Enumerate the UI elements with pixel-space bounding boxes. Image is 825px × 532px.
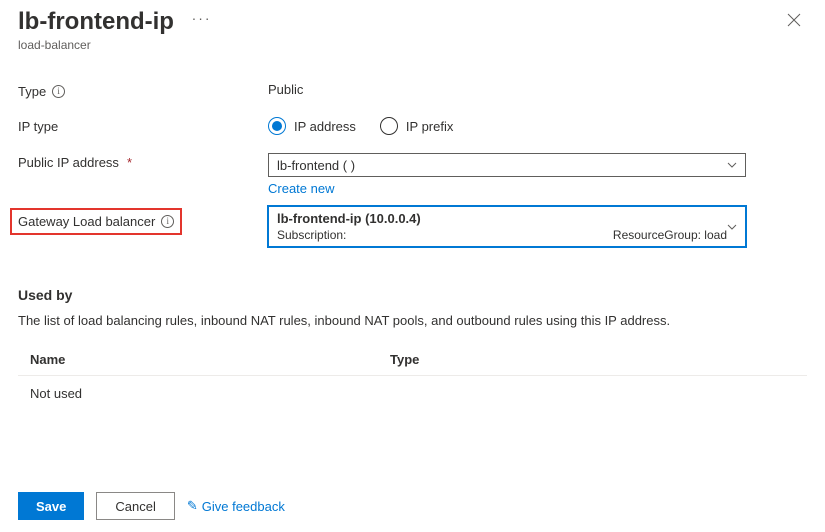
gateway-selected-subscription: Subscription: (277, 228, 346, 242)
radio-ip-address-label: IP address (294, 119, 356, 134)
create-new-link[interactable]: Create new (268, 181, 334, 196)
ip-type-label: IP type (18, 119, 58, 134)
public-ip-label: Public IP address (18, 155, 119, 170)
ip-type-radio-group: IP address IP prefix (268, 117, 746, 135)
gateway-selected-title: lb-frontend-ip (10.0.0.4) (277, 211, 727, 226)
page-title: lb-frontend-ip (18, 8, 174, 36)
save-button[interactable]: Save (18, 492, 84, 520)
info-icon[interactable]: i (52, 85, 65, 98)
radio-ip-prefix[interactable]: IP prefix (380, 117, 453, 135)
chevron-down-icon (727, 160, 737, 170)
radio-ip-address[interactable]: IP address (268, 117, 356, 135)
col-type: Type (390, 352, 795, 367)
give-feedback-label: Give feedback (202, 499, 285, 514)
col-name: Name (30, 352, 390, 367)
used-by-table-header: Name Type (18, 344, 807, 376)
gateway-select[interactable]: lb-frontend-ip (10.0.0.4) Subscription: … (268, 206, 746, 247)
used-by-description: The list of load balancing rules, inboun… (18, 313, 807, 328)
table-row: Not used (18, 376, 807, 411)
radio-unselected-icon (380, 117, 398, 135)
page-subtitle: load-balancer (18, 38, 781, 52)
chevron-down-icon (727, 222, 737, 232)
gateway-selected-resourcegroup: ResourceGroup: load (613, 228, 727, 242)
table-cell-type (390, 386, 795, 401)
radio-ip-prefix-label: IP prefix (406, 119, 453, 134)
type-label: Type (18, 84, 46, 99)
public-ip-select[interactable]: lb-frontend ( ) (268, 153, 746, 177)
radio-selected-icon (268, 117, 286, 135)
feedback-icon: ✎ (187, 498, 198, 514)
more-actions-icon[interactable]: ··· (192, 10, 212, 26)
gateway-label-highlight: Gateway Load balancer i (10, 208, 182, 235)
required-asterisk: * (127, 155, 132, 170)
table-cell-name: Not used (30, 386, 390, 401)
cancel-button[interactable]: Cancel (96, 492, 174, 520)
public-ip-value: lb-frontend ( ) (277, 158, 355, 173)
gateway-label: Gateway Load balancer (18, 214, 155, 229)
type-value: Public (268, 82, 303, 97)
give-feedback-link[interactable]: ✎ Give feedback (187, 498, 285, 514)
info-icon[interactable]: i (161, 215, 174, 228)
close-icon[interactable] (781, 8, 807, 34)
used-by-heading: Used by (18, 287, 807, 303)
